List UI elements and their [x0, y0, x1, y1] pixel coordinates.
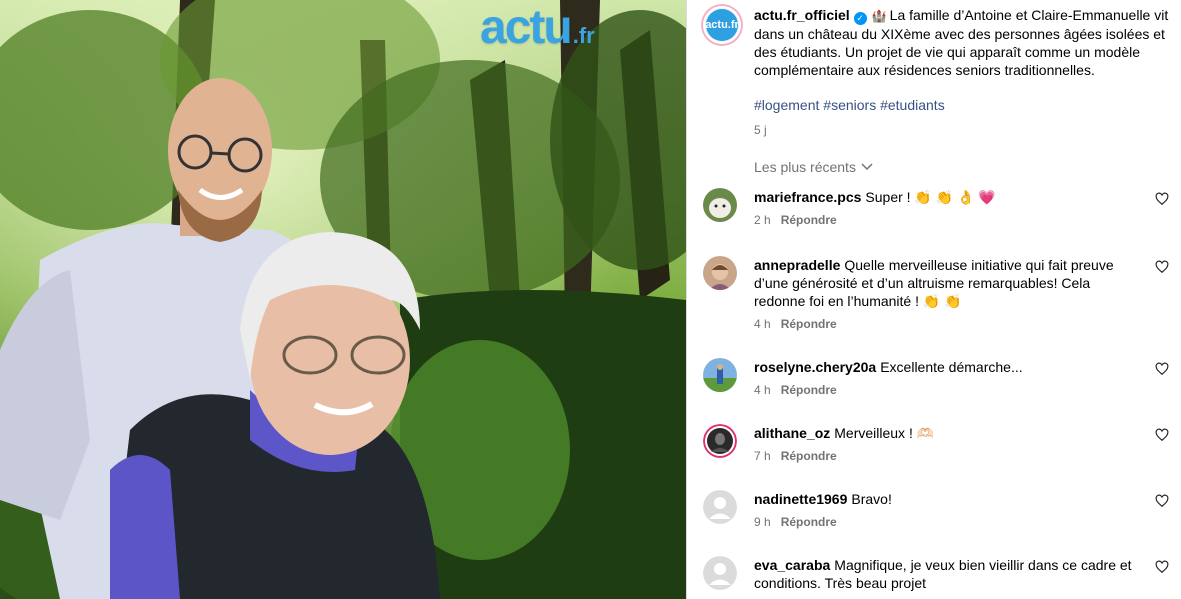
reply-button[interactable]: Répondre	[781, 515, 837, 529]
post-media[interactable]: actu .fr	[0, 0, 686, 599]
hashtag-logement[interactable]: #logement	[754, 97, 819, 113]
chevron-down-icon	[861, 163, 873, 171]
avatar[interactable]	[703, 424, 737, 458]
comment-text: Excellente démarche...	[880, 359, 1023, 375]
comments-panel: actu.fr actu.fr_officiel ✓ 🏰 La famille d’A…	[686, 0, 1181, 599]
avatar[interactable]	[703, 256, 737, 290]
comment-text: Merveilleux ! 🫶🏻	[834, 425, 935, 441]
reply-button[interactable]: Répondre	[781, 383, 837, 397]
author-avatar-logo: actu.fr	[705, 9, 739, 41]
comment-username[interactable]: mariefrance.pcs	[754, 189, 861, 205]
author-avatar[interactable]: actu.fr	[703, 6, 741, 44]
avatar[interactable]	[703, 358, 737, 392]
comment-time: 9 h	[754, 515, 771, 529]
default-avatar-icon[interactable]	[703, 556, 737, 590]
comment-item: annepradelle Quelle merveilleuse initiati…	[703, 256, 1169, 331]
like-heart-icon[interactable]	[1155, 428, 1169, 442]
comment-time: 4 h	[754, 383, 771, 397]
comment-username[interactable]: eva_caraba	[754, 557, 830, 573]
sort-dropdown[interactable]: Les plus récents	[754, 159, 873, 175]
reply-button[interactable]: Répondre	[781, 449, 837, 463]
like-heart-icon[interactable]	[1155, 260, 1169, 274]
post-timestamp[interactable]: 5 j	[754, 121, 1169, 139]
like-heart-icon[interactable]	[1155, 192, 1169, 206]
comment-item: roselyne.chery20a Excellente démarche... …	[703, 358, 1169, 397]
hashtag-etudiants[interactable]: #etudiants	[880, 97, 945, 113]
default-avatar-icon[interactable]	[703, 490, 737, 524]
comment-time: 2 h	[754, 213, 771, 227]
comment-time: 7 h	[754, 449, 771, 463]
comment-text: Bravo!	[851, 491, 892, 507]
comment-username[interactable]: nadinette1969	[754, 491, 847, 507]
reply-button[interactable]: Répondre	[781, 317, 837, 331]
verified-badge-icon: ✓	[853, 12, 867, 25]
comment-username[interactable]: roselyne.chery20a	[754, 359, 876, 375]
avatar[interactable]	[703, 188, 737, 222]
comment-text: Super ! 👏 👏 👌 💗	[865, 189, 996, 205]
like-heart-icon[interactable]	[1155, 362, 1169, 376]
actu-logo: actu .fr	[480, 1, 595, 54]
castle-emoji: 🏰	[871, 9, 887, 23]
comment-username[interactable]: annepradelle	[754, 257, 840, 273]
comment-item: nadinette1969 Bravo! 9 h Répondre	[703, 490, 1169, 529]
sort-label: Les plus récents	[754, 159, 856, 175]
like-heart-icon[interactable]	[1155, 560, 1169, 574]
hashtag-seniors[interactable]: #seniors	[823, 97, 876, 113]
reply-button[interactable]: Répondre	[781, 213, 837, 227]
comment-item: alithane_oz Merveilleux ! 🫶🏻 7 h Répondre	[703, 424, 1169, 463]
hashtags: #logement #seniors #etudiants	[754, 96, 1169, 114]
comment-item: mariefrance.pcs Super ! 👏 👏 👌 💗 2 h Répond…	[703, 188, 1169, 227]
comment-item: eva_caraba Magnifique, je veux bien vieil…	[703, 556, 1169, 592]
comment-username[interactable]: alithane_oz	[754, 425, 830, 441]
comment-time: 4 h	[754, 317, 771, 331]
author-username[interactable]: actu.fr_officiel	[754, 7, 850, 23]
post-caption: actu.fr actu.fr_officiel ✓ 🏰 La famille d’A…	[703, 6, 1169, 139]
post-photo	[0, 0, 686, 599]
like-heart-icon[interactable]	[1155, 494, 1169, 508]
